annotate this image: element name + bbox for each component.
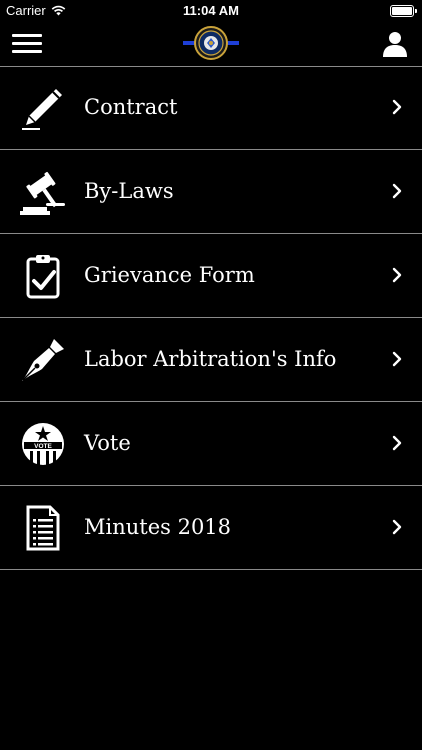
menu-item-label: Labor Arbitration's Info [84, 347, 337, 371]
gavel-icon [20, 171, 65, 215]
fountain-pen-icon [22, 339, 64, 381]
chevron-right-icon [392, 183, 402, 199]
clipboard-check-icon [26, 255, 60, 299]
menu-item-vote[interactable]: VOTE Vote [0, 402, 422, 486]
badge-logo-icon [183, 26, 239, 60]
clock: 11:04 AM [183, 3, 239, 18]
menu-item-labor-arbitration[interactable]: Labor Arbitration's Info [0, 318, 422, 402]
hamburger-menu-icon[interactable] [12, 34, 42, 54]
battery-icon [390, 5, 417, 17]
menu-item-by-laws[interactable]: By-Laws [0, 150, 422, 234]
menu-item-label: By-Laws [84, 179, 174, 203]
menu-item-label: Minutes 2018 [84, 515, 232, 539]
menu-item-grievance-form[interactable]: Grievance Form [0, 234, 422, 318]
menu-item-label: Vote [84, 431, 131, 455]
pencil-icon [22, 89, 62, 130]
chevron-right-icon [392, 519, 402, 535]
nav-bar [0, 22, 422, 67]
chevron-right-icon [392, 267, 402, 283]
chevron-right-icon [392, 99, 402, 115]
menu-item-label: Contract [84, 95, 178, 119]
status-bar: Carrier 11:04 AM [0, 0, 422, 22]
chevron-right-icon [392, 435, 402, 451]
document-icon [26, 505, 60, 551]
menu-item-label: Grievance Form [84, 263, 255, 287]
chevron-right-icon [392, 351, 402, 367]
menu-item-minutes-2018[interactable]: Minutes 2018 [0, 486, 422, 570]
menu-item-contract[interactable]: Contract [0, 66, 422, 150]
vote-badge-text: VOTE [34, 443, 52, 450]
person-icon[interactable] [382, 30, 408, 58]
menu-list: Contract By-Laws Grievance Form Labor Ar… [0, 66, 422, 570]
vote-icon: VOTE [22, 423, 64, 465]
